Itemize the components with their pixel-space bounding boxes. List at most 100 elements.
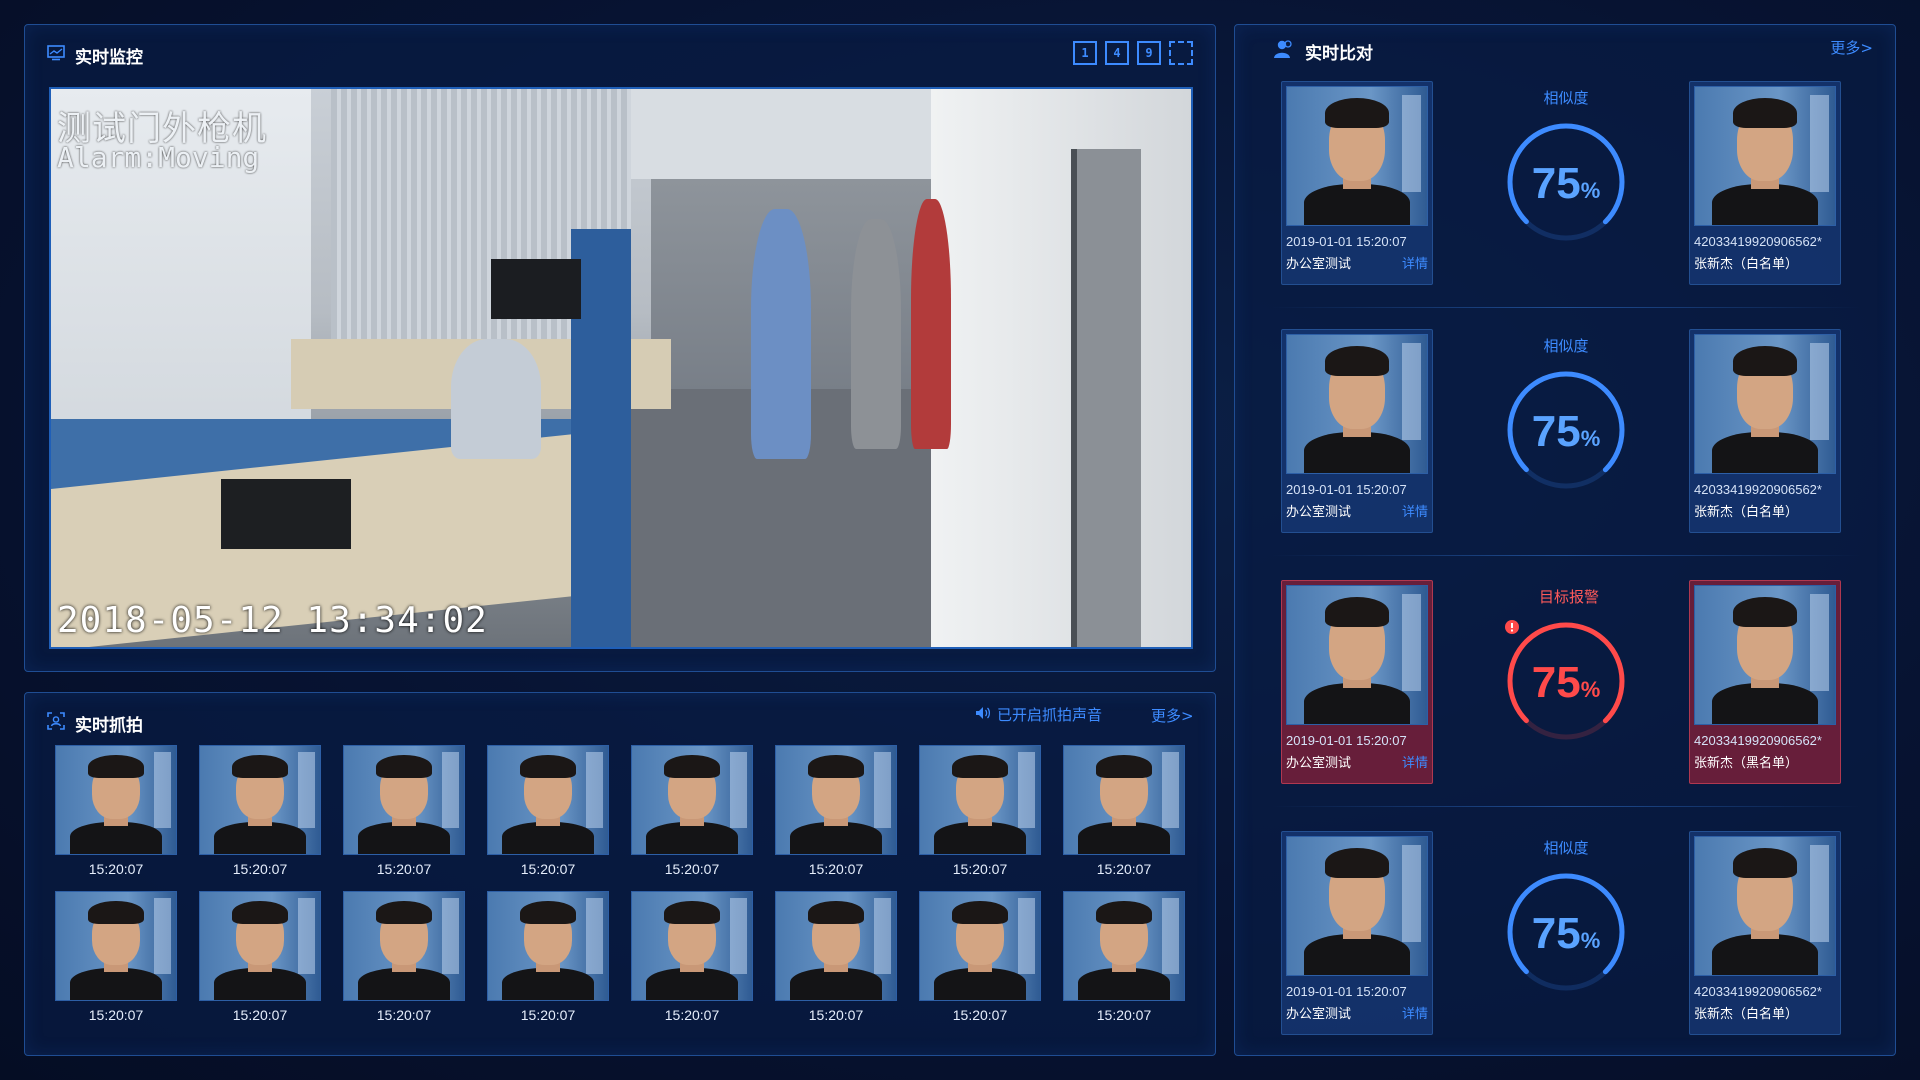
face-thumbnail xyxy=(775,745,897,855)
timestamp-overlay: 2018-05-12 13:34:02 xyxy=(57,600,488,641)
snapshot-item[interactable]: 15:20:07 xyxy=(775,745,897,877)
gauge-caption: 相似度 xyxy=(1499,837,1633,858)
snapshot-item[interactable]: 15:20:07 xyxy=(919,891,1041,1023)
camera-video-feed[interactable]: 测试门外枪机 Alarm:Moving 2018-05-12 13:34:02 xyxy=(49,87,1193,649)
sound-toggle[interactable]: 已开启抓拍声音 xyxy=(975,704,1102,725)
face-thumbnail xyxy=(199,745,321,855)
capture-location: 办公室测试 xyxy=(1286,755,1352,770)
reference-card[interactable]: 42033419920906562* 张新杰（白名单） xyxy=(1689,329,1841,533)
snapshot-item[interactable]: 15:20:07 xyxy=(199,745,321,877)
face-thumbnail xyxy=(343,745,465,855)
capture-card[interactable]: 2019-01-01 15:20:07 办公室测试 详情 xyxy=(1281,831,1433,1035)
captured-face xyxy=(1286,585,1428,725)
capture-time: 2019-01-01 15:20:07 xyxy=(1286,733,1407,748)
snapshot-time: 15:20:07 xyxy=(232,861,288,877)
snapshot-time: 15:20:07 xyxy=(952,1007,1008,1023)
snapshot-item[interactable]: 15:20:07 xyxy=(487,891,609,1023)
layout-1-button[interactable]: 1 xyxy=(1073,41,1097,65)
layout-4-button[interactable]: 4 xyxy=(1105,41,1129,65)
capture-card[interactable]: 2019-01-01 15:20:07 办公室测试 详情 xyxy=(1281,81,1433,285)
face-thumbnail xyxy=(775,891,897,1001)
snapshot-time: 15:20:07 xyxy=(808,1007,864,1023)
similarity-value: 75% xyxy=(1531,658,1601,707)
monitor-icon xyxy=(47,45,65,66)
gauge-caption-text: 相似度 xyxy=(1543,89,1589,107)
snapshot-time: 15:20:07 xyxy=(520,1007,576,1023)
snapshot-time: 15:20:07 xyxy=(952,861,1008,877)
snapshot-time: 15:20:07 xyxy=(232,1007,288,1023)
compare-header: 实时比对 xyxy=(1273,39,1373,64)
reference-face xyxy=(1694,585,1836,725)
gauge-caption-text: 目标报警 xyxy=(1538,588,1599,606)
reference-card[interactable]: 42033419920906562* 张新杰（黑名单） xyxy=(1689,580,1841,784)
snapshot-panel: 实时抓拍 更多> 15:20:07 15:20:07 15:20:07 15:20:0… xyxy=(24,692,1216,1056)
face-thumbnail xyxy=(1063,891,1185,1001)
snapshot-time: 15:20:07 xyxy=(376,861,432,877)
layout-9-button[interactable]: 9 xyxy=(1137,41,1161,65)
captured-face xyxy=(1286,836,1428,976)
snapshot-item[interactable]: 15:20:07 xyxy=(631,891,753,1023)
face-thumbnail xyxy=(199,891,321,1001)
face-thumbnail xyxy=(55,745,177,855)
snapshot-time: 15:20:07 xyxy=(520,861,576,877)
face-thumbnail xyxy=(919,745,1041,855)
face-thumbnail xyxy=(55,891,177,1001)
row-divider xyxy=(1271,806,1861,807)
snapshot-item[interactable]: 15:20:07 xyxy=(55,891,177,1023)
fullscreen-button[interactable] xyxy=(1169,41,1193,65)
view-layout-toolbar: 1 4 9 xyxy=(1073,41,1193,65)
snapshot-time: 15:20:07 xyxy=(664,861,720,877)
live-monitor-panel: 实时监控 1 4 9 测试门外枪机 Alarm:Moving 2018-05-1… xyxy=(24,24,1216,672)
snapshot-item[interactable]: 15:20:07 xyxy=(775,891,897,1023)
snapshot-more-link[interactable]: 更多> xyxy=(1151,705,1194,726)
reference-id: 42033419920906562* xyxy=(1694,733,1822,748)
face-thumbnail xyxy=(487,891,609,1001)
capture-card[interactable]: 2019-01-01 15:20:07 办公室测试 详情 xyxy=(1281,580,1433,784)
face-thumbnail xyxy=(631,891,753,1001)
compare-panel: 实时比对 更多> 2019-01-01 15:20:07 办公室测试 详情 相似度 75… xyxy=(1234,24,1896,1056)
similarity-value: 75% xyxy=(1531,159,1601,208)
capture-card[interactable]: 2019-01-01 15:20:07 办公室测试 详情 xyxy=(1281,329,1433,533)
live-monitor-title: 实时监控 xyxy=(75,48,143,68)
alarm-overlay: Alarm:Moving xyxy=(57,141,260,174)
compare-more-link[interactable]: 更多> xyxy=(1830,37,1873,58)
snapshot-item[interactable]: 15:20:07 xyxy=(343,891,465,1023)
reference-card[interactable]: 42033419920906562* 张新杰（白名单） xyxy=(1689,81,1841,285)
face-capture-icon xyxy=(47,712,65,735)
row-divider xyxy=(1271,555,1861,556)
compare-row: 2019-01-01 15:20:07 办公室测试 详情 相似度 75% 42033419… xyxy=(1281,81,1851,291)
detail-link[interactable]: 详情 xyxy=(1402,752,1428,771)
live-monitor-header: 实时监控 xyxy=(47,43,143,68)
snapshot-grid: 15:20:07 15:20:07 15:20:07 15:20:07 15:20:07… xyxy=(55,745,1185,1023)
detail-link[interactable]: 详情 xyxy=(1402,501,1428,520)
snapshot-item[interactable]: 15:20:07 xyxy=(55,745,177,877)
capture-location: 办公室测试 xyxy=(1286,256,1352,271)
snapshot-time: 15:20:07 xyxy=(376,1007,432,1023)
snapshot-item[interactable]: 15:20:07 xyxy=(343,745,465,877)
snapshot-item[interactable]: 15:20:07 xyxy=(919,745,1041,877)
face-thumbnail xyxy=(343,891,465,1001)
compare-row: 2019-01-01 15:20:07 办公室测试 详情 目标报警 75% 4203341… xyxy=(1281,580,1851,790)
detail-link[interactable]: 详情 xyxy=(1402,253,1428,272)
snapshot-item[interactable]: 15:20:07 xyxy=(199,891,321,1023)
snapshot-item[interactable]: 15:20:07 xyxy=(631,745,753,877)
reference-name: 张新杰（白名单） xyxy=(1694,256,1799,271)
reference-name: 张新杰（白名单） xyxy=(1694,1006,1799,1021)
capture-time: 2019-01-01 15:20:07 xyxy=(1286,482,1407,497)
row-divider xyxy=(1271,307,1861,308)
capture-location: 办公室测试 xyxy=(1286,1006,1352,1021)
gauge-caption-text: 相似度 xyxy=(1543,839,1589,857)
similarity-gauge: 目标报警 75% xyxy=(1499,580,1633,784)
detail-link[interactable]: 详情 xyxy=(1402,1003,1428,1022)
reference-card[interactable]: 42033419920906562* 张新杰（白名单） xyxy=(1689,831,1841,1035)
face-thumbnail xyxy=(919,891,1041,1001)
snapshot-time: 15:20:07 xyxy=(88,861,144,877)
snapshot-header: 实时抓拍 xyxy=(47,711,143,736)
gauge-caption: 相似度 xyxy=(1499,87,1633,108)
snapshot-time: 15:20:07 xyxy=(1096,861,1152,877)
snapshot-time: 15:20:07 xyxy=(88,1007,144,1023)
snapshot-item[interactable]: 15:20:07 xyxy=(1063,891,1185,1023)
snapshot-item[interactable]: 15:20:07 xyxy=(487,745,609,877)
snapshot-item[interactable]: 15:20:07 xyxy=(1063,745,1185,877)
snapshot-time: 15:20:07 xyxy=(1096,1007,1152,1023)
